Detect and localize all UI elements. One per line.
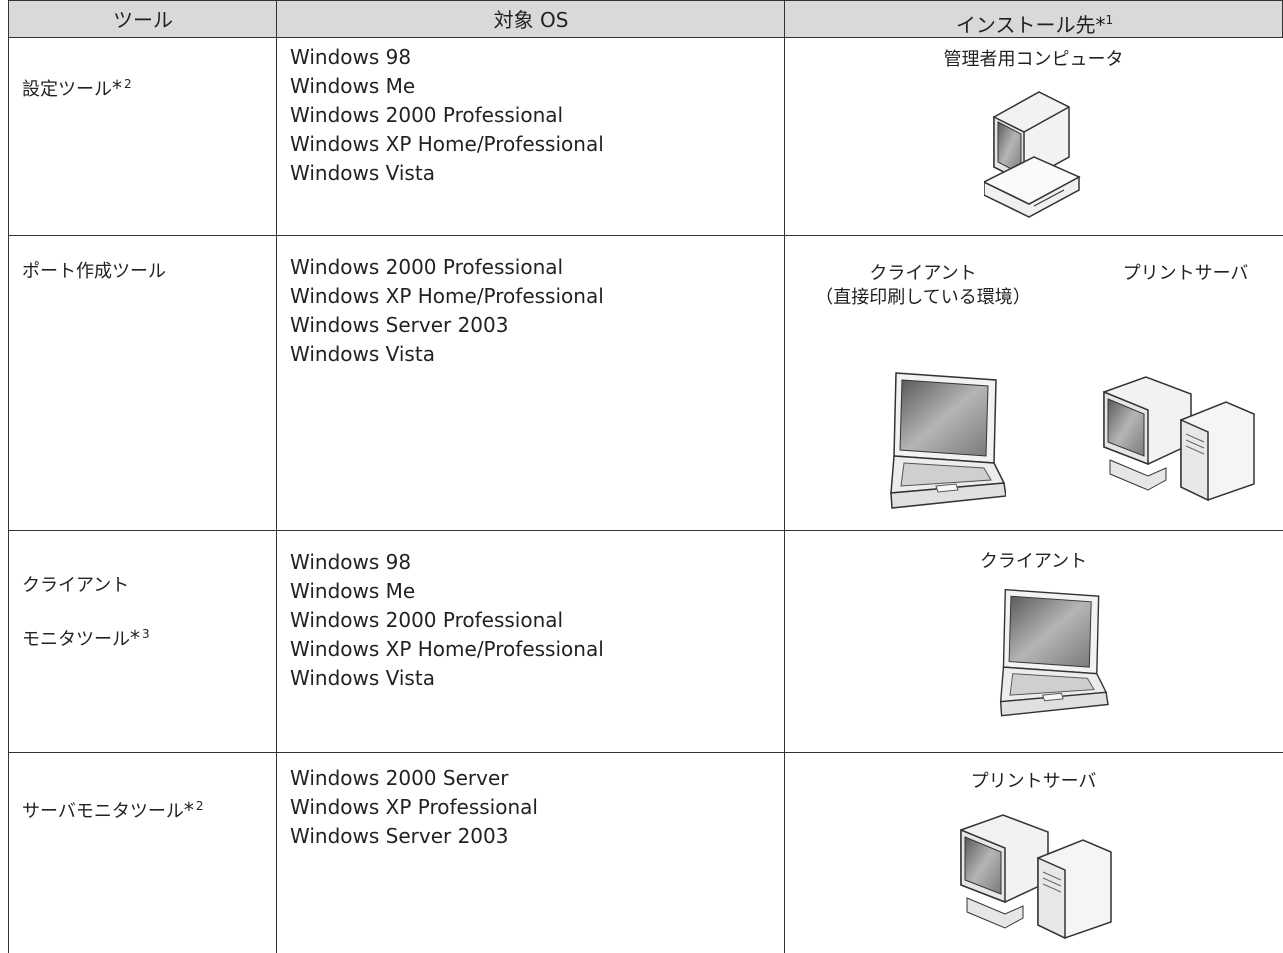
header-install-note: 1 xyxy=(1105,13,1114,27)
install-target-label: プリントサーバ xyxy=(970,771,1097,792)
os-item: Windows Me xyxy=(290,74,416,98)
tool-name-client-monitor: クライアント モニタツール* 3 xyxy=(22,575,150,650)
os-item: Windows Server 2003 xyxy=(290,824,509,848)
tool-name: クライアント xyxy=(22,575,130,596)
os-item: Windows XP Home/Professional xyxy=(290,132,604,156)
table-border-left xyxy=(8,0,9,953)
os-item: Windows 98 xyxy=(290,45,412,69)
install-target-label: 管理者用コンピュータ xyxy=(943,49,1124,70)
row-divider xyxy=(8,752,1283,753)
column-divider xyxy=(784,0,785,953)
os-item: Windows XP Home/Professional xyxy=(290,284,604,308)
tool-note: 3 xyxy=(142,627,150,641)
os-support-table: ツール 対象 OS インストール先*1 設定ツール* 2 Windows 98 W… xyxy=(8,0,1283,953)
print-server-icon xyxy=(960,814,1112,940)
install-target-note: （直接印刷している環境） xyxy=(815,287,1031,308)
os-item: Windows Me xyxy=(290,579,416,603)
desktop-computer-icon xyxy=(984,91,1081,218)
column-divider xyxy=(276,0,277,953)
tool-name: サーバモニタツール xyxy=(22,801,184,822)
tool-name-server-monitor: サーバモニタツール* 2 xyxy=(22,798,204,822)
header-install: インストール先*1 xyxy=(955,13,1114,37)
tool-note: 2 xyxy=(124,77,132,91)
print-server-icon xyxy=(1103,376,1255,502)
os-list: Windows 98 Windows Me Windows 2000 Profe… xyxy=(290,43,604,188)
os-item: Windows 2000 Professional xyxy=(290,608,564,632)
os-item: Windows XP Professional xyxy=(290,795,538,819)
laptop-icon xyxy=(999,588,1109,717)
row-divider xyxy=(8,235,1283,236)
laptop-icon xyxy=(890,372,1006,509)
os-item: Windows Server 2003 xyxy=(290,313,509,337)
os-item: Windows XP Home/Professional xyxy=(290,637,604,661)
os-item: Windows 2000 Professional xyxy=(290,255,564,279)
os-item: Windows Vista xyxy=(290,666,435,690)
os-list: Windows 2000 Professional Windows XP Hom… xyxy=(290,253,604,369)
tool-name-port-create: ポート作成ツール xyxy=(22,261,166,282)
install-target-client: クライアント （直接印刷している環境） xyxy=(808,262,1038,310)
os-item: Windows Vista xyxy=(290,342,435,366)
header-install-label: インストール先 xyxy=(955,13,1096,37)
header-os: 対象 OS xyxy=(493,8,569,32)
install-target-label: クライアント xyxy=(869,263,977,284)
os-item: Windows 98 xyxy=(290,550,412,574)
os-list: Windows 98 Windows Me Windows 2000 Profe… xyxy=(290,548,604,693)
tool-name: 設定ツール xyxy=(22,79,112,100)
tool-note: 2 xyxy=(195,799,204,813)
table-header: ツール 対象 OS インストール先*1 xyxy=(8,0,1283,38)
os-item: Windows 2000 Server xyxy=(290,766,509,790)
os-list: Windows 2000 Server Windows XP Professio… xyxy=(290,764,538,851)
os-item: Windows Vista xyxy=(290,161,435,185)
install-target-label: クライアント xyxy=(979,551,1088,572)
tool-name-settings: 設定ツール* 2 xyxy=(22,76,132,100)
install-target-label: プリントサーバ xyxy=(1122,263,1249,284)
tool-name: モニタツール xyxy=(22,629,130,650)
row-divider xyxy=(8,530,1283,531)
os-item: Windows 2000 Professional xyxy=(290,103,564,127)
header-tool: ツール xyxy=(113,8,173,32)
